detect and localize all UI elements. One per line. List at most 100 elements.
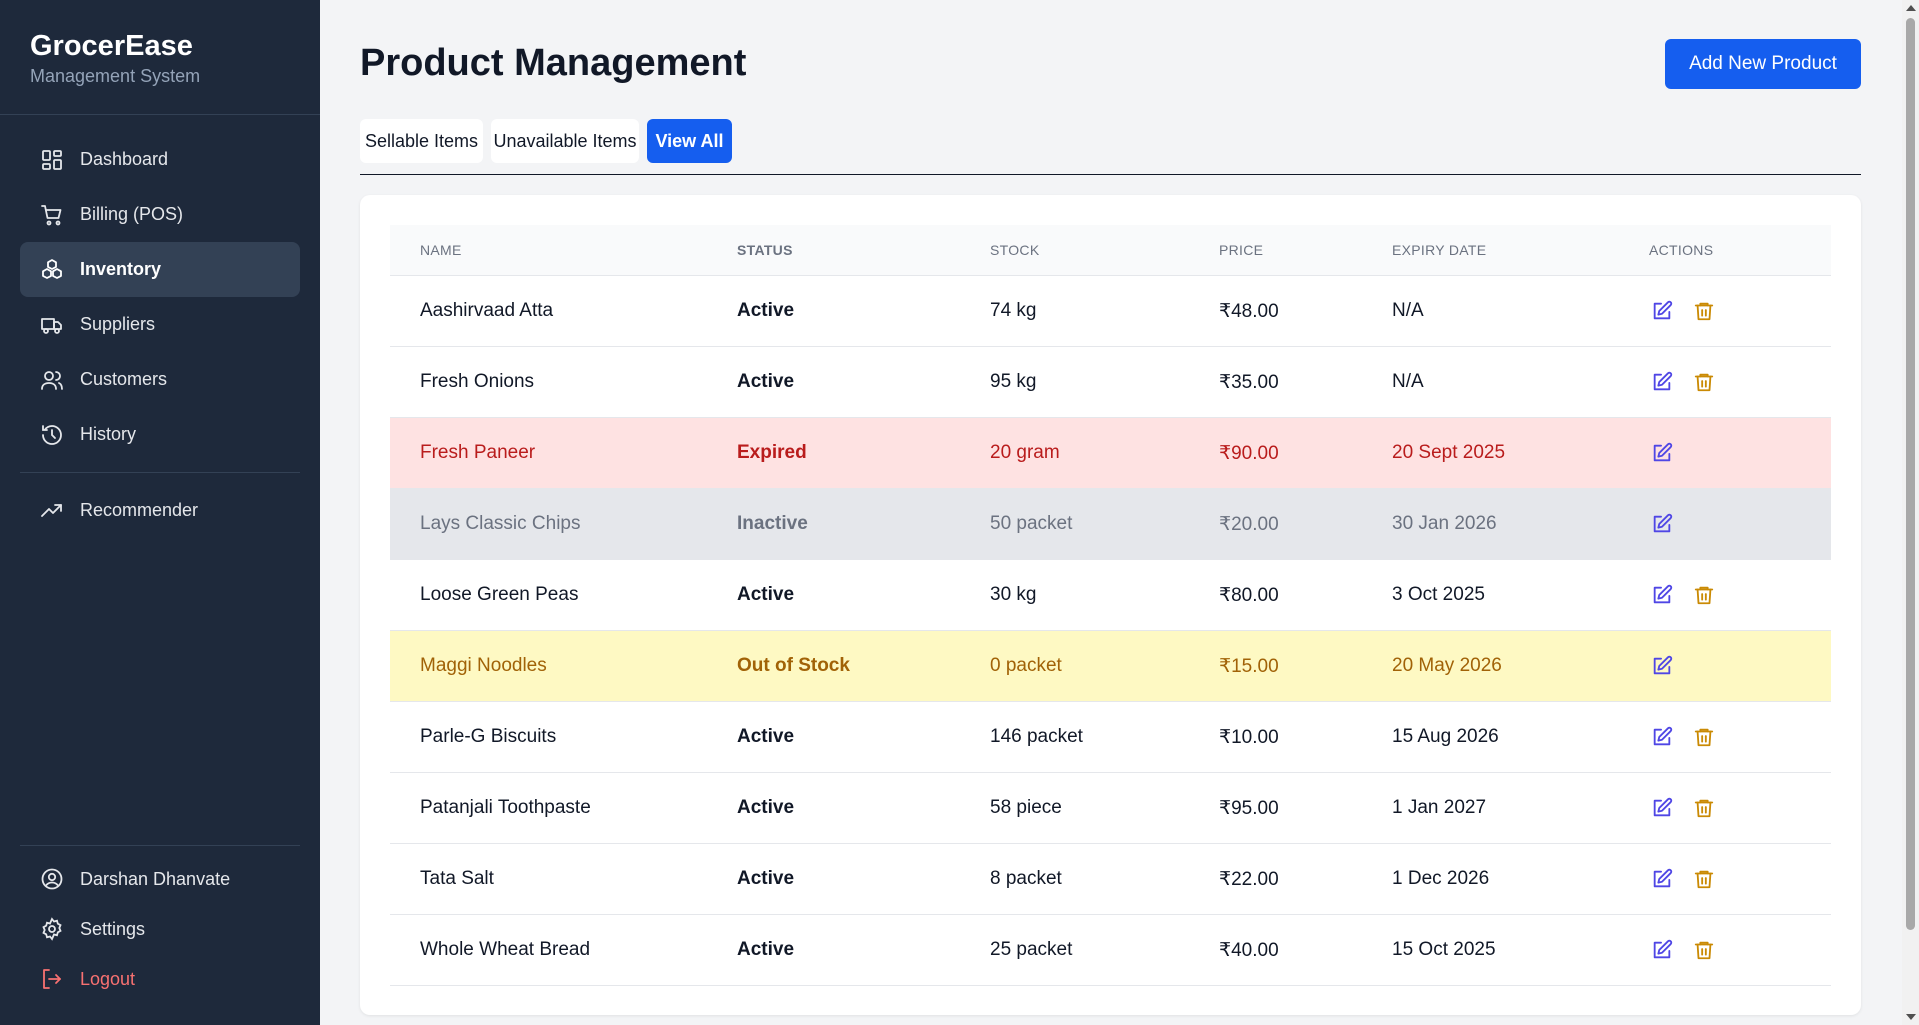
sidebar-item-suppliers[interactable]: Suppliers xyxy=(20,297,300,352)
brand-subtitle: Management System xyxy=(30,66,201,86)
delete-icon[interactable] xyxy=(1691,795,1717,821)
edit-icon[interactable] xyxy=(1649,511,1675,537)
scroll-up-arrow-icon[interactable] xyxy=(1906,5,1916,11)
row-actions xyxy=(1649,298,1831,324)
edit-icon[interactable] xyxy=(1649,653,1675,679)
gear-icon xyxy=(42,917,62,941)
table-row: Parle-G Biscuits Active 146 packet ₹10.00 15… xyxy=(390,702,1831,773)
tab-sellable-items[interactable]: Sellable Items xyxy=(360,119,483,163)
expiry-date-cell: 1 Dec 2026 xyxy=(1392,868,1490,889)
sidebar-item-inventory[interactable]: Inventory xyxy=(20,242,300,297)
sidebar-item-label: Billing (POS) xyxy=(80,204,184,224)
sidebar-item-customers[interactable]: Customers xyxy=(20,352,300,407)
expiry-date-cell: N/A xyxy=(1392,300,1424,321)
row-actions xyxy=(1649,795,1831,821)
edit-icon[interactable] xyxy=(1649,937,1675,963)
row-actions xyxy=(1649,369,1831,395)
sidebar-item-label: Suppliers xyxy=(80,314,156,334)
sidebar-item-history[interactable]: History xyxy=(20,407,300,462)
stock-cell: 146 packet xyxy=(990,726,1083,747)
history-icon xyxy=(42,424,62,445)
column-header-price: PRICE xyxy=(1219,242,1264,258)
sidebar-item-recommender[interactable]: Recommender xyxy=(20,483,300,538)
add-new-product-button[interactable]: Add New Product xyxy=(1665,39,1861,89)
user-circle-icon xyxy=(41,868,63,890)
logout-button[interactable]: Logout xyxy=(20,954,300,1004)
product-name: Patanjali Toothpaste xyxy=(420,797,591,818)
edit-icon[interactable] xyxy=(1649,724,1675,750)
table-row: Patanjali Toothpaste Active 58 piece ₹95.00… xyxy=(390,773,1831,844)
product-name: Maggi Noodles xyxy=(420,655,547,676)
row-actions xyxy=(1649,582,1831,608)
nav-divider xyxy=(20,472,300,473)
table-body: Aashirvaad Atta Active 74 kg ₹48.00 N/A Fresh… xyxy=(390,276,1831,986)
table-row: Lays Classic Chips Inactive 50 packet ₹20.0… xyxy=(390,489,1831,560)
tab-unavailable-items[interactable]: Unavailable Items xyxy=(491,119,639,163)
edit-icon[interactable] xyxy=(1649,440,1675,466)
price-cell: ₹35.00 xyxy=(1219,371,1279,393)
price-cell: ₹22.00 xyxy=(1219,868,1279,890)
sidebar-item-billing[interactable]: Billing (POS) xyxy=(20,187,300,242)
inventory-icon xyxy=(42,258,62,279)
stock-cell: 20 gram xyxy=(990,442,1060,463)
scroll-down-arrow-icon[interactable] xyxy=(1906,1014,1916,1020)
column-header-actions: ACTIONS xyxy=(1649,242,1714,258)
delete-icon[interactable] xyxy=(1691,866,1717,892)
user-profile[interactable]: Darshan Dhanvate xyxy=(20,854,300,904)
delete-icon[interactable] xyxy=(1691,298,1717,324)
delete-icon[interactable] xyxy=(1691,582,1717,608)
expiry-date-cell: 3 Oct 2025 xyxy=(1392,584,1485,605)
price-cell: ₹10.00 xyxy=(1219,726,1279,748)
edit-icon[interactable] xyxy=(1649,582,1675,608)
truck-icon xyxy=(41,317,62,334)
price-cell: ₹90.00 xyxy=(1219,442,1279,464)
stock-cell: 50 packet xyxy=(990,513,1073,534)
products-table: NAME STATUS STOCK PRICE EXPIRY DATE ACTI… xyxy=(390,225,1831,986)
sidebar-item-settings[interactable]: Settings xyxy=(20,904,300,954)
expiry-date-cell: 1 Jan 2027 xyxy=(1392,797,1487,818)
table-row: Fresh Onions Active 95 kg ₹35.00 N/A xyxy=(390,347,1831,418)
table-row: Aashirvaad Atta Active 74 kg ₹48.00 N/A xyxy=(390,276,1831,347)
column-header-expiry-date: EXPIRY DATE xyxy=(1392,242,1487,258)
product-name: Aashirvaad Atta xyxy=(420,300,554,321)
stock-cell: 25 packet xyxy=(990,939,1073,960)
delete-icon[interactable] xyxy=(1691,724,1717,750)
sidebar: GrocerEase Management System Dashboard B… xyxy=(0,0,320,1025)
logout-icon xyxy=(43,969,61,989)
status-cell: Active xyxy=(737,726,795,747)
expiry-date-cell: 20 May 2026 xyxy=(1392,655,1502,676)
dashboard-icon xyxy=(42,149,62,170)
vertical-scrollbar[interactable] xyxy=(1902,0,1919,1025)
stock-cell: 8 packet xyxy=(990,868,1062,889)
brand-title: GrocerEase xyxy=(30,30,193,62)
product-name: Lays Classic Chips xyxy=(420,513,581,534)
edit-icon[interactable] xyxy=(1649,795,1675,821)
row-actions xyxy=(1649,724,1831,750)
price-cell: ₹40.00 xyxy=(1219,939,1279,961)
delete-icon[interactable] xyxy=(1691,369,1717,395)
delete-icon[interactable] xyxy=(1691,937,1717,963)
sidebar-item-dashboard[interactable]: Dashboard xyxy=(20,132,300,187)
tab-view-all[interactable]: View All xyxy=(647,119,732,163)
table-row: Whole Wheat Bread Active 25 packet ₹40.00 15… xyxy=(390,915,1831,986)
sidebar-item-label: Inventory xyxy=(80,259,162,279)
trending-icon xyxy=(41,503,62,517)
scroll-thumb[interactable] xyxy=(1906,18,1915,930)
edit-icon[interactable] xyxy=(1649,866,1675,892)
stock-cell: 58 piece xyxy=(990,797,1062,818)
row-actions xyxy=(1649,440,1831,466)
edit-icon[interactable] xyxy=(1649,298,1675,324)
sidebar-item-label: Settings xyxy=(80,918,146,939)
price-cell: ₹48.00 xyxy=(1219,300,1279,322)
users-icon xyxy=(41,370,63,390)
stock-cell: 95 kg xyxy=(990,371,1037,392)
price-cell: ₹95.00 xyxy=(1219,797,1279,819)
expiry-date-cell: 15 Oct 2025 xyxy=(1392,939,1496,960)
user-name: Darshan Dhanvate xyxy=(80,868,231,889)
expiry-date-cell: 15 Aug 2026 xyxy=(1392,726,1499,747)
row-actions xyxy=(1649,937,1831,963)
table-header: NAME STATUS STOCK PRICE EXPIRY DATE ACTI… xyxy=(390,225,1831,276)
status-cell: Out of Stock xyxy=(737,655,850,676)
edit-icon[interactable] xyxy=(1649,369,1675,395)
expiry-date-cell: N/A xyxy=(1392,371,1424,392)
